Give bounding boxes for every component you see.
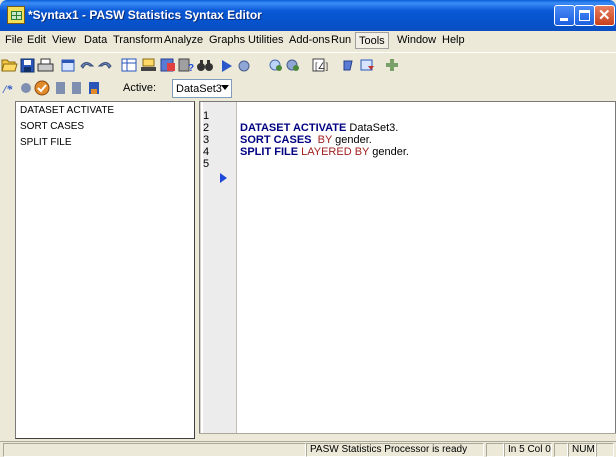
status-blank-cell: [486, 443, 504, 457]
line-number: 5: [203, 158, 210, 170]
menu-graphs[interactable]: Graphs: [209, 34, 245, 46]
minimize-button[interactable]: [554, 5, 575, 26]
menu-data[interactable]: Data: [84, 34, 107, 46]
show-output-icon[interactable]: [360, 59, 374, 71]
redo-icon[interactable]: [97, 62, 112, 69]
navigator-item[interactable]: SPLIT FILE: [20, 137, 72, 148]
insert-icon[interactable]: [∠]: [312, 58, 328, 72]
save-icon[interactable]: [20, 58, 35, 73]
line-gutter[interactable]: 12345: [200, 102, 237, 433]
record-icon[interactable]: [21, 83, 31, 93]
horizontal-scrollbar[interactable]: [199, 433, 616, 439]
dialog-recall-icon[interactable]: [61, 59, 75, 72]
code-line[interactable]: SORT CASES BY gender.: [240, 134, 372, 146]
variable-info-icon[interactable]: ?: [178, 58, 194, 74]
command-navigator[interactable]: DATASET ACTIVATE SORT CASES SPLIT FILE: [15, 101, 195, 439]
menu-transform[interactable]: Transform: [113, 34, 163, 46]
line-number: 1: [203, 110, 210, 122]
variables-icon[interactable]: [160, 58, 175, 72]
maximize-icon: [579, 10, 590, 21]
status-empty-cell: [3, 443, 306, 457]
navigator-item[interactable]: SORT CASES: [20, 121, 84, 132]
syntax-help-icon[interactable]: [269, 59, 282, 71]
print-icon[interactable]: [37, 58, 54, 72]
menu-tools[interactable]: Tools: [355, 32, 389, 49]
menu-view[interactable]: View: [52, 34, 76, 46]
chevron-down-icon[interactable]: [221, 85, 229, 90]
syntax-editor[interactable]: 12345 DATASET ACTIVATE DataSet3. SORT CAS…: [199, 101, 616, 434]
bookmark-next-icon[interactable]: [72, 82, 81, 94]
svg-text:?: ?: [188, 63, 194, 74]
menu-addons[interactable]: Add-ons: [289, 34, 330, 46]
menu-analyze[interactable]: Analyze: [164, 34, 203, 46]
bookmark-icon[interactable]: [56, 82, 65, 94]
code-text: gender.: [332, 134, 372, 146]
code-line[interactable]: SPLIT FILE LAYERED BY gender.: [240, 146, 409, 158]
menu-run[interactable]: Run: [331, 34, 351, 46]
active-dataset-select[interactable]: DataSet3: [172, 79, 232, 98]
menu-window[interactable]: Window: [397, 34, 436, 46]
minimize-icon: [560, 18, 568, 21]
num-lock-indicator: NUM: [568, 443, 596, 457]
main-toolbar: ? [∠]: [0, 52, 616, 78]
subcommand-keyword: LAYERED BY: [298, 146, 370, 158]
active-dataset-value: DataSet3: [176, 83, 222, 95]
cursor-position: In 5 Col 0: [504, 443, 552, 457]
goto-data-icon[interactable]: [121, 58, 137, 72]
menu-bar: File Edit View Data Transform Analyze Graphs Ut…: [0, 31, 616, 50]
open-icon[interactable]: [1, 59, 18, 72]
code-text: DataSet3.: [346, 122, 399, 134]
active-dataset-label: Active:: [123, 82, 157, 94]
goto-case-icon[interactable]: [141, 58, 156, 71]
command-keyword: SPLIT FILE: [240, 146, 299, 158]
menu-utilities[interactable]: Utilities: [248, 34, 283, 46]
navigator-item[interactable]: DATASET ACTIVATE: [20, 105, 114, 116]
menu-help[interactable]: Help: [442, 34, 465, 46]
undo-icon[interactable]: [80, 62, 95, 69]
processor-status: PASW Statistics Processor is ready: [306, 443, 484, 457]
pasw-app-icon[interactable]: [7, 6, 25, 24]
menu-edit[interactable]: Edit: [27, 34, 46, 46]
stop-icon[interactable]: [238, 60, 250, 72]
breakpoint-icon[interactable]: [286, 59, 299, 71]
find-icon[interactable]: [197, 60, 213, 71]
close-button[interactable]: ✕: [594, 5, 615, 26]
command-keyword: SORT CASES: [240, 134, 312, 146]
run-selection-icon[interactable]: [222, 60, 232, 72]
line-number: 2: [203, 122, 210, 134]
status-bar: PASW Statistics Processor is ready In 5 …: [0, 441, 616, 457]
designate-window-icon[interactable]: [343, 60, 353, 71]
comment-toggle-icon[interactable]: /*: [2, 82, 13, 96]
command-keyword: DATASET ACTIVATE: [240, 122, 347, 134]
svg-text:/*: /*: [2, 82, 13, 96]
status-blank-cell-3: [596, 443, 614, 457]
maximize-button[interactable]: [574, 5, 595, 26]
code-text: gender.: [369, 146, 409, 158]
add-icon[interactable]: [386, 59, 398, 71]
window-title: *Syntax1 - PASW Statistics Syntax Editor: [28, 8, 262, 22]
svg-text:[∠]: [∠]: [315, 61, 328, 71]
line-number: 4: [203, 146, 210, 158]
bookmark-clear-icon[interactable]: [89, 82, 99, 94]
menu-file[interactable]: File: [5, 34, 23, 46]
code-line[interactable]: DATASET ACTIVATE DataSet3.: [240, 122, 398, 134]
subcommand-keyword: BY: [311, 134, 333, 146]
status-blank-cell-2: [554, 443, 568, 457]
syntax-toolbar: /*: [0, 79, 616, 98]
line-number: 3: [203, 134, 210, 146]
title-bar[interactable]: *Syntax1 - PASW Statistics Syntax Editor…: [0, 0, 616, 31]
close-icon: ✕: [598, 7, 611, 24]
track-icon[interactable]: [34, 80, 50, 96]
current-line-arrow-icon: [220, 173, 227, 183]
